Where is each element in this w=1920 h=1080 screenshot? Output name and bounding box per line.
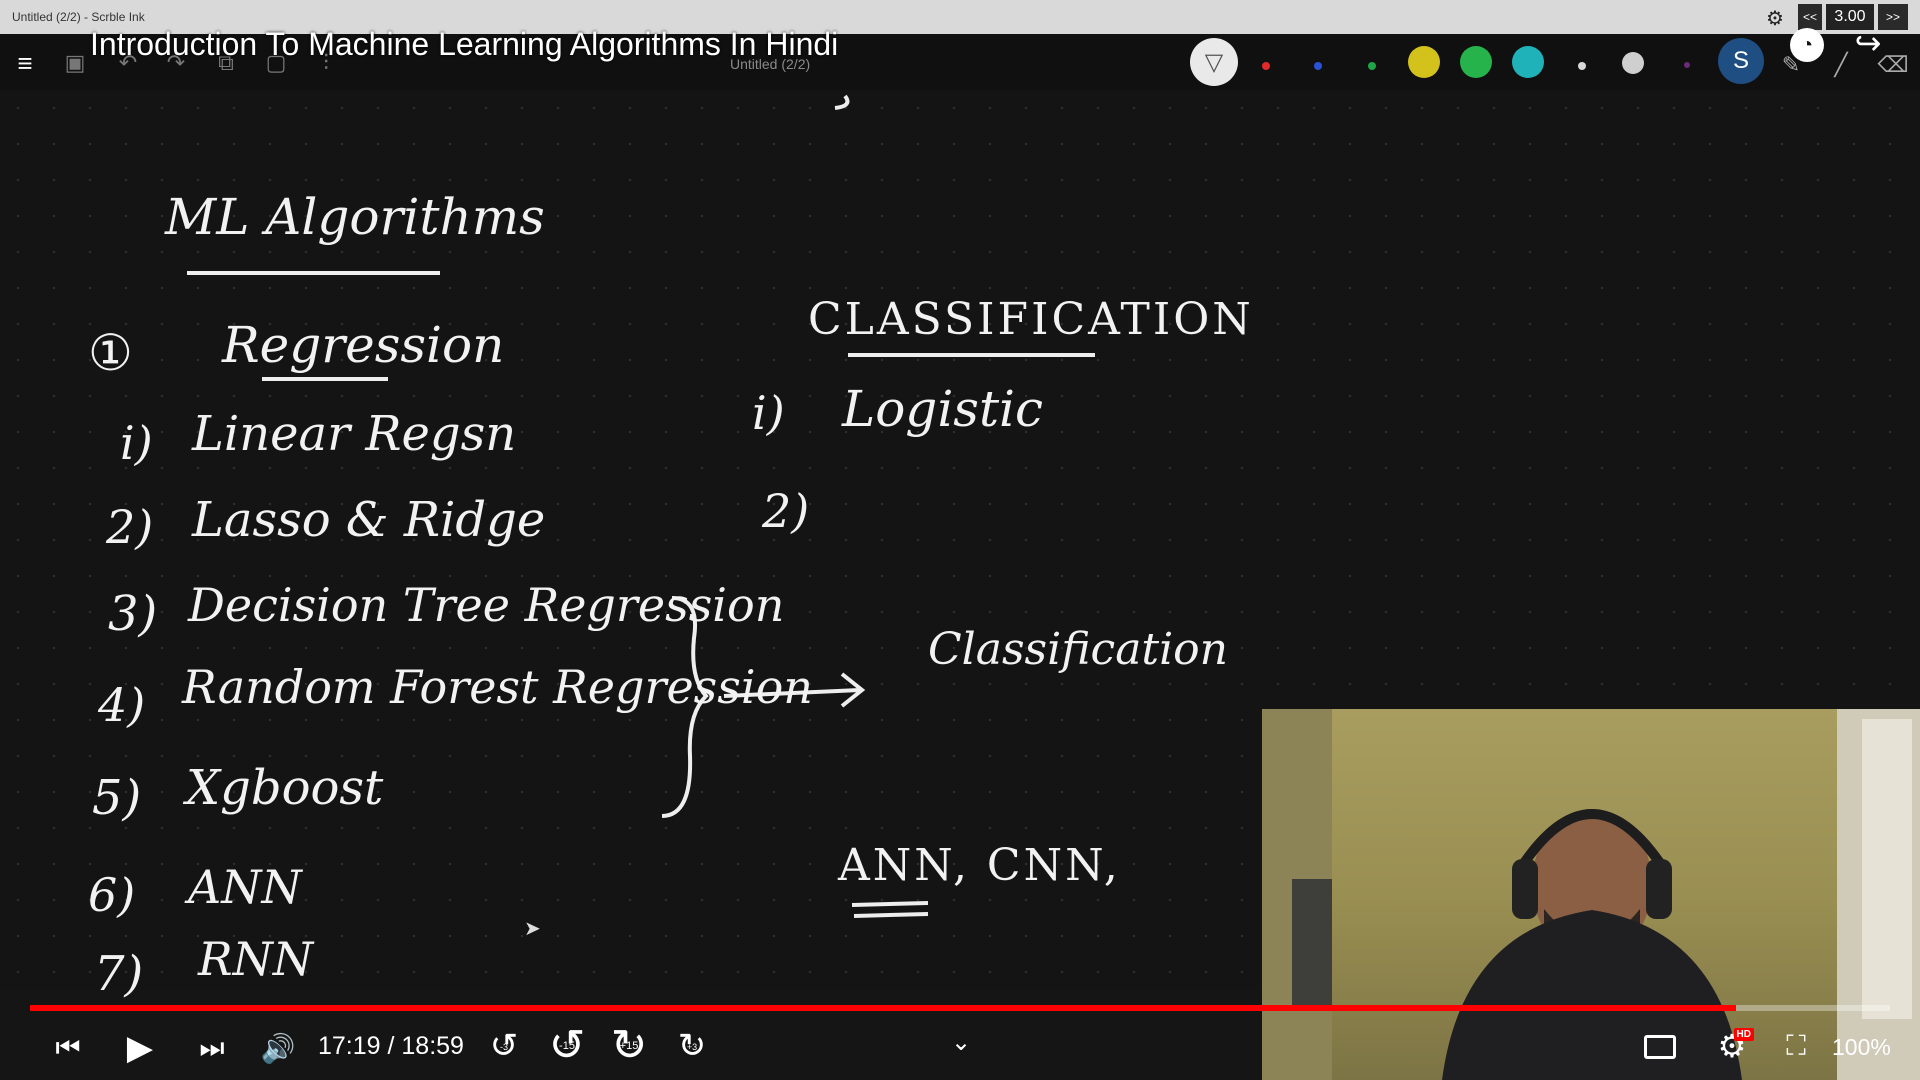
- list-item-text-6: ANN: [188, 860, 302, 914]
- heading-ml-algorithms: ML Algorithms: [165, 188, 545, 246]
- class-item-number-1: i): [752, 386, 785, 440]
- list-item-text-1: Linear Regsn: [192, 406, 517, 462]
- partial-stroke-top: [834, 94, 850, 110]
- pen-tool-button[interactable]: ▽: [1190, 38, 1238, 86]
- skip-previous-icon: ⏮: [55, 1031, 81, 1063]
- class-item-text-1: Logistic: [842, 380, 1044, 438]
- paste-icon[interactable]: ▢: [263, 50, 289, 76]
- play-button[interactable]: ▶: [118, 1026, 162, 1070]
- progress-played: [30, 1005, 1736, 1011]
- ann-underline-2: [853, 912, 929, 918]
- palette-color-swatch[interactable]: [1408, 46, 1440, 78]
- line-tool-icon[interactable]: ╱: [1828, 52, 1854, 78]
- zoom-level: 100%: [1832, 1034, 1891, 1060]
- mouse-cursor-icon: ➤: [524, 916, 541, 940]
- class-item-number-2: 2): [762, 484, 810, 538]
- seek-back-15-button[interactable]: ↺ -15: [542, 1020, 592, 1070]
- palette-color-swatch[interactable]: [1460, 46, 1492, 78]
- video-progress-bar[interactable]: [30, 1005, 1890, 1011]
- arrow-target-text: Classification: [928, 624, 1229, 675]
- classification-heading: CLASSIFICATION: [808, 294, 1254, 345]
- skip-next-icon: ⏭: [199, 1031, 225, 1063]
- list-item-number-3: 3): [108, 586, 158, 642]
- volume-button[interactable]: 🔊: [258, 1028, 298, 1068]
- previous-button[interactable]: ⏮: [48, 1028, 88, 1068]
- video-title: Introduction To Machine Learning Algorit…: [90, 26, 839, 62]
- speed-prev-button[interactable]: <<: [1798, 4, 1822, 30]
- subtitles-button[interactable]: [1642, 1030, 1678, 1064]
- seek-back-3-label: -3: [499, 1042, 508, 1052]
- exit-fullscreen-button[interactable]: ⛶: [1778, 1028, 1814, 1064]
- volume-icon: 🔊: [260, 1032, 296, 1064]
- palette-color-swatch[interactable]: [1578, 62, 1586, 70]
- quality-settings-button[interactable]: ⚙ HD: [1710, 1026, 1754, 1066]
- settings-sliders-icon[interactable]: ⫶: [313, 50, 339, 76]
- play-icon: ▶: [126, 1029, 154, 1067]
- seek-forward-15-button[interactable]: ↻ +15: [604, 1020, 654, 1070]
- palette-color-swatch[interactable]: [1684, 62, 1690, 68]
- seek-back-15-label: -15: [559, 1040, 575, 1052]
- window-title: Untitled (2/2) - Scrble Ink: [12, 10, 145, 24]
- expand-chevron-button[interactable]: ⌄: [944, 1028, 978, 1056]
- list-item-text-3: Decision Tree Regression: [188, 578, 785, 632]
- list-item-text-4: Random Forest Regression: [182, 660, 813, 714]
- seek-back-3-button[interactable]: ↺ -3: [484, 1024, 524, 1068]
- pen-icon: ▽: [1204, 48, 1224, 76]
- copy-icon[interactable]: ⧉: [213, 50, 239, 76]
- list-item-text-5: Xgboost: [186, 760, 384, 816]
- hamburger-menu-icon[interactable]: ≡: [12, 48, 38, 78]
- subtitles-icon: [1644, 1035, 1676, 1059]
- exit-fullscreen-icon: ⛶: [1786, 1029, 1806, 1061]
- presenter-illustration: [1262, 709, 1920, 1080]
- palette-color-swatch[interactable]: [1314, 62, 1322, 70]
- save-icon[interactable]: ▣: [62, 50, 88, 76]
- time-display: 17:19 / 18:59: [318, 1032, 464, 1060]
- list-item-number-4: 4): [98, 678, 146, 732]
- palette-color-swatch[interactable]: [1512, 46, 1544, 78]
- palette-color-swatch[interactable]: [1622, 52, 1644, 74]
- seek-forward-3-label: +3: [686, 1042, 698, 1052]
- palette-color-swatch[interactable]: [1368, 62, 1376, 70]
- shape-recognition-icon: S: [1732, 47, 1749, 74]
- seek-forward-3-button[interactable]: ↻ +3: [672, 1024, 712, 1068]
- neural-networks-text: ANN, CNN,: [838, 840, 1121, 891]
- settings-gear-icon[interactable]: ⚙: [1766, 6, 1790, 30]
- next-button[interactable]: ⏭: [192, 1028, 232, 1068]
- palette-color-swatch[interactable]: [1262, 62, 1270, 70]
- undo-icon[interactable]: ↶: [115, 50, 141, 76]
- list-item-text-2: Lasso & Ridge: [192, 492, 546, 548]
- list-item-number-1: i): [120, 416, 153, 470]
- hd-badge: HD: [1733, 1028, 1754, 1041]
- redo-icon[interactable]: ↷: [163, 50, 189, 76]
- speed-next-button[interactable]: >>: [1878, 4, 1908, 30]
- seek-forward-15-label: +15: [619, 1040, 639, 1052]
- ann-underline-1: [851, 901, 929, 907]
- shape-tool-button[interactable]: S: [1718, 38, 1764, 84]
- list-item-number-2: 2): [106, 500, 154, 554]
- section1-number: ①: [88, 324, 133, 382]
- webcam-overlay: [1262, 709, 1920, 1080]
- list-item-text-7: RNN: [198, 932, 314, 986]
- list-item-number-6: 6): [88, 868, 136, 922]
- list-item-number-5: 5): [92, 770, 142, 826]
- highlighter-icon[interactable]: ✎: [1778, 52, 1804, 78]
- chevron-down-icon: ⌄: [950, 1028, 972, 1056]
- section1-title: Regression: [222, 316, 505, 374]
- eraser-icon[interactable]: ⌫: [1877, 52, 1908, 78]
- list-item-number-7: 7): [94, 946, 144, 1002]
